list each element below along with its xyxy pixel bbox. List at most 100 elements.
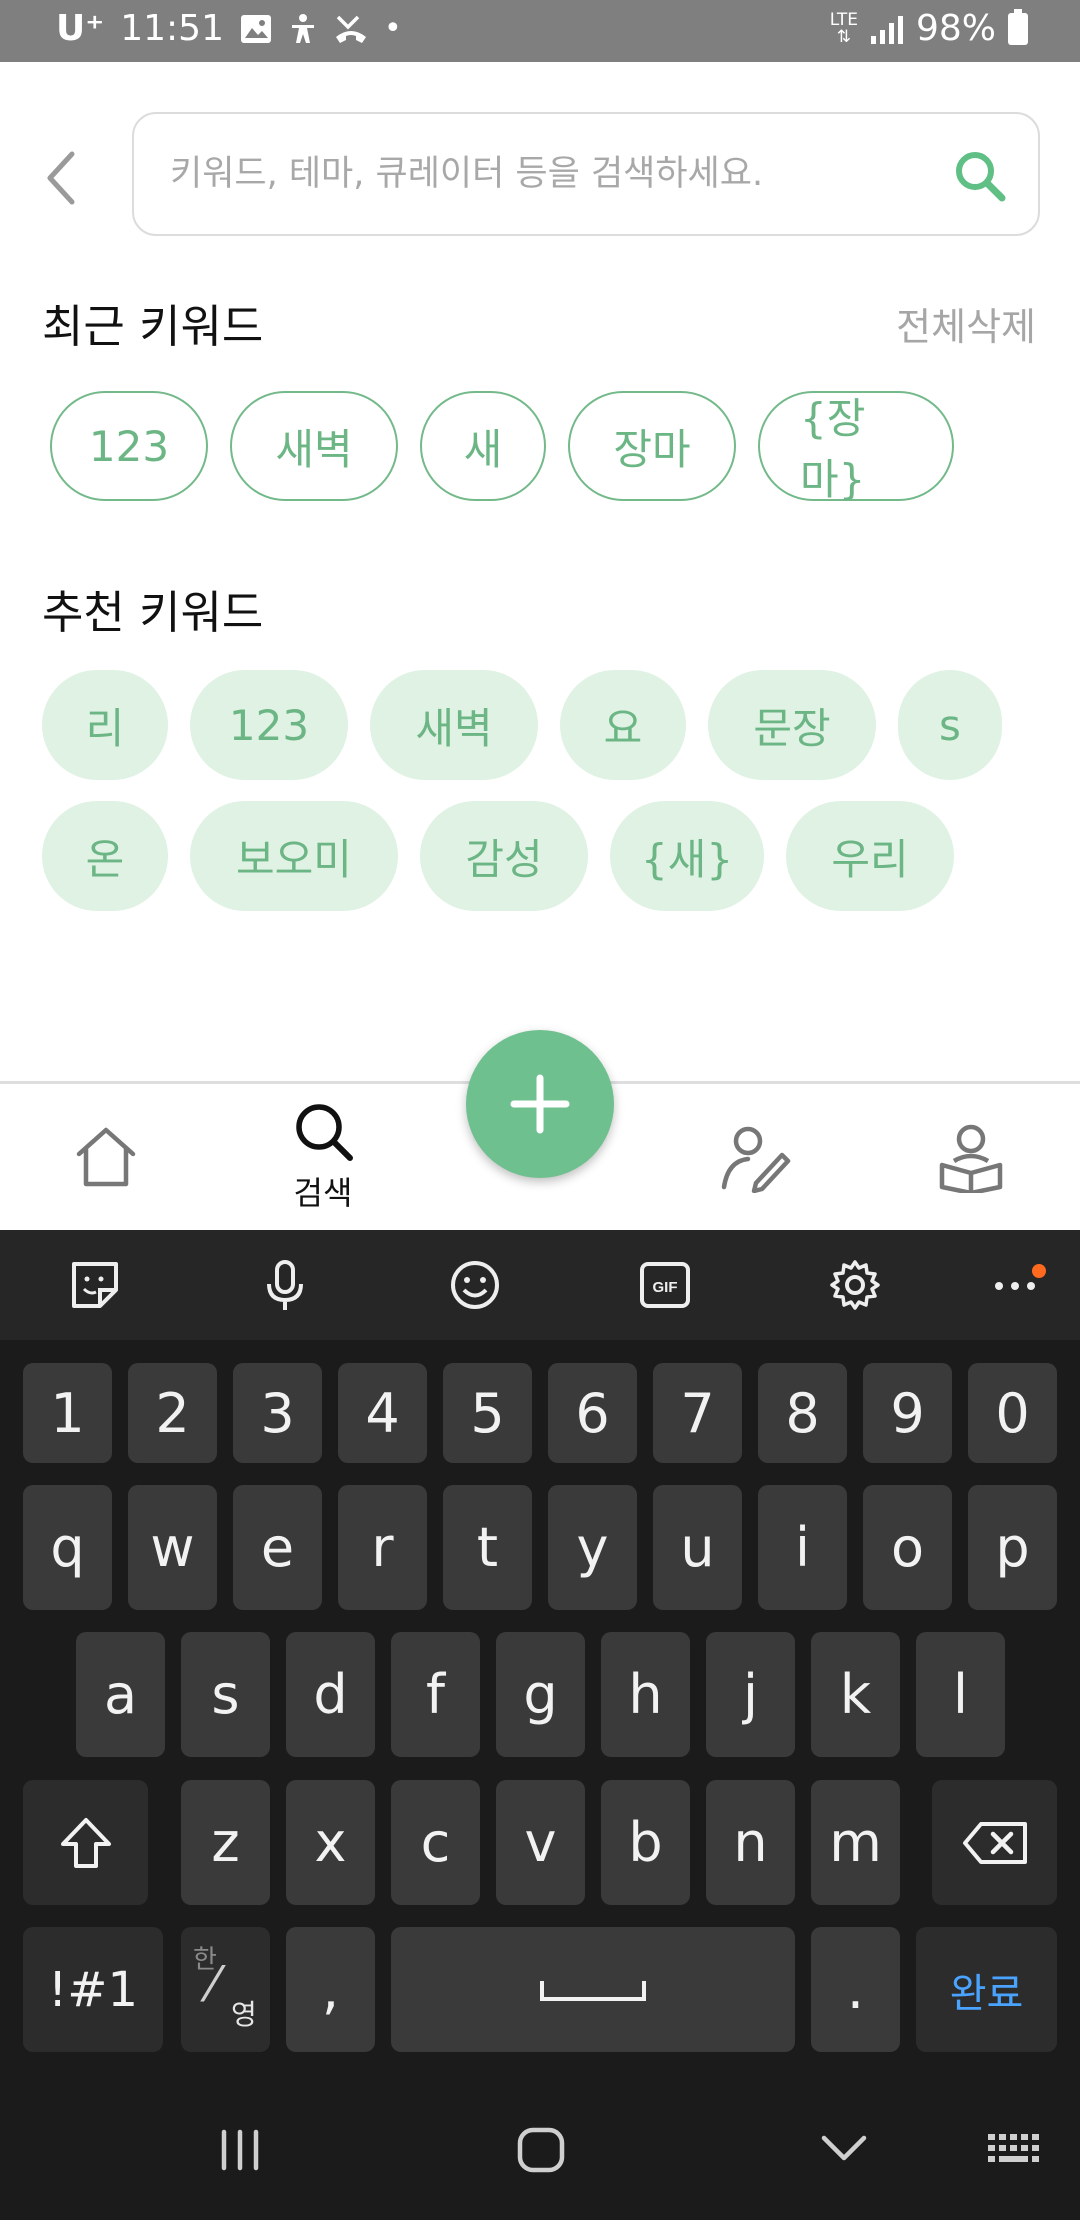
recommended-keyword-chip[interactable]: 123 — [190, 670, 348, 780]
key-c[interactable]: c — [391, 1780, 480, 1905]
nav-write[interactable] — [680, 1084, 830, 1230]
shift-icon — [60, 1817, 111, 1868]
backspace-icon — [962, 1821, 1027, 1864]
key-x[interactable]: x — [286, 1780, 375, 1905]
key-y[interactable]: y — [548, 1485, 637, 1610]
recommended-keyword-chip[interactable]: 온 — [42, 801, 168, 911]
key-2[interactable]: 2 — [128, 1363, 217, 1463]
lang-slash-icon: ⁄ — [209, 1957, 218, 2013]
gif-icon[interactable]: GIF — [638, 1258, 692, 1312]
missed-call-icon — [335, 15, 366, 43]
reader-profile-icon — [939, 1124, 1003, 1193]
recommended-keyword-row-1: 리 123 새벽 요 문장 s — [42, 670, 1002, 780]
key-p[interactable]: p — [968, 1485, 1057, 1610]
language-toggle-key[interactable]: 한 ⁄ 영 — [181, 1927, 270, 2052]
writer-icon — [721, 1126, 791, 1193]
recommended-keyword-row-2: 온 보오미 감성 {새} 우리 — [42, 801, 954, 911]
recent-apps-icon[interactable] — [216, 2128, 264, 2172]
carrier-label: U⁺ — [56, 8, 105, 49]
lte-indicator: LTE ⇅ — [829, 9, 858, 47]
key-n[interactable]: n — [706, 1780, 795, 1905]
search-bar — [132, 112, 1040, 236]
key-m[interactable]: m — [811, 1780, 900, 1905]
key-5[interactable]: 5 — [443, 1363, 532, 1463]
key-g[interactable]: g — [496, 1632, 585, 1757]
key-f[interactable]: f — [391, 1632, 480, 1757]
key-z[interactable]: z — [181, 1780, 270, 1905]
nav-my-library[interactable] — [896, 1084, 1046, 1230]
key-v[interactable]: v — [496, 1780, 585, 1905]
battery-icon — [1008, 8, 1028, 45]
key-d[interactable]: d — [286, 1632, 375, 1757]
recommended-keyword-chip[interactable]: 문장 — [708, 670, 876, 780]
key-8[interactable]: 8 — [758, 1363, 847, 1463]
search-input[interactable] — [170, 114, 930, 234]
hide-keyboard-icon[interactable] — [818, 2132, 870, 2166]
recent-keyword-chip[interactable]: 장마 — [568, 391, 736, 501]
key-h[interactable]: h — [601, 1632, 690, 1757]
recommended-keyword-chip[interactable]: 새벽 — [370, 670, 538, 780]
recent-keyword-list: 123 새벽 새 장마 {장마} — [50, 391, 954, 504]
recommended-keyword-chip[interactable]: 요 — [560, 670, 686, 780]
status-bar: U⁺ 11:51 • LTE ⇅ 98% — [0, 0, 1080, 62]
add-button[interactable] — [466, 1030, 614, 1178]
recent-keyword-chip[interactable]: 123 — [50, 391, 208, 501]
key-t[interactable]: t — [443, 1485, 532, 1610]
nav-search[interactable]: 검색 — [248, 1084, 398, 1230]
settings-gear-icon[interactable] — [828, 1258, 882, 1312]
recent-keyword-chip[interactable]: 새 — [420, 391, 546, 501]
key-4[interactable]: 4 — [338, 1363, 427, 1463]
clock: 11:51 — [120, 8, 224, 49]
key-j[interactable]: j — [706, 1632, 795, 1757]
emoji-icon[interactable] — [448, 1258, 502, 1312]
key-6[interactable]: 6 — [548, 1363, 637, 1463]
key-i[interactable]: i — [758, 1485, 847, 1610]
search-button[interactable] — [952, 148, 1008, 204]
signal-icon — [870, 15, 903, 44]
sticker-icon[interactable] — [68, 1258, 122, 1312]
svg-text:GIF: GIF — [653, 1279, 678, 1296]
period-key[interactable]: . — [811, 1927, 900, 2052]
clear-all-button[interactable]: 전체삭제 — [896, 296, 1036, 351]
key-9[interactable]: 9 — [863, 1363, 952, 1463]
key-b[interactable]: b — [601, 1780, 690, 1905]
recommended-keyword-chip[interactable]: 리 — [42, 670, 168, 780]
key-w[interactable]: w — [128, 1485, 217, 1610]
key-r[interactable]: r — [338, 1485, 427, 1610]
key-3[interactable]: 3 — [233, 1363, 322, 1463]
done-key[interactable]: 완료 — [916, 1927, 1057, 2052]
key-q[interactable]: q — [23, 1485, 112, 1610]
key-1[interactable]: 1 — [23, 1363, 112, 1463]
backspace-key[interactable] — [932, 1780, 1057, 1905]
keyboard-switch-icon[interactable] — [986, 2130, 1042, 2170]
recommended-keyword-chip[interactable]: {새} — [610, 801, 764, 911]
key-k[interactable]: k — [811, 1632, 900, 1757]
key-u[interactable]: u — [653, 1485, 742, 1610]
search-icon — [956, 152, 1006, 202]
key-s[interactable]: s — [181, 1632, 270, 1757]
key-e[interactable]: e — [233, 1485, 322, 1610]
recommended-keyword-chip[interactable]: 보오미 — [190, 801, 398, 911]
recommended-keyword-chip[interactable]: s — [898, 670, 1002, 780]
recent-keyword-chip[interactable]: 새벽 — [230, 391, 398, 501]
comma-key[interactable]: , — [286, 1927, 375, 2052]
recommended-keyword-chip[interactable]: 감성 — [420, 801, 588, 911]
symbols-key[interactable]: !#1 — [23, 1927, 163, 2052]
key-0[interactable]: 0 — [968, 1363, 1057, 1463]
key-7[interactable]: 7 — [653, 1363, 742, 1463]
recommended-keyword-chip[interactable]: 우리 — [786, 801, 954, 911]
system-navigation-bar — [0, 2078, 1080, 2220]
recent-keyword-chip[interactable]: {장마} — [758, 391, 954, 504]
microphone-icon[interactable] — [258, 1258, 312, 1312]
nav-home[interactable] — [31, 1084, 181, 1230]
search-icon — [296, 1104, 353, 1161]
key-l[interactable]: l — [916, 1632, 1005, 1757]
home-nav-icon[interactable] — [516, 2126, 566, 2174]
plus-icon — [510, 1074, 570, 1134]
shift-key[interactable] — [23, 1780, 148, 1905]
key-a[interactable]: a — [76, 1632, 165, 1757]
key-o[interactable]: o — [863, 1485, 952, 1610]
back-button[interactable] — [38, 148, 88, 208]
space-key[interactable] — [391, 1927, 795, 2052]
nav-search-label: 검색 — [293, 1174, 353, 1212]
